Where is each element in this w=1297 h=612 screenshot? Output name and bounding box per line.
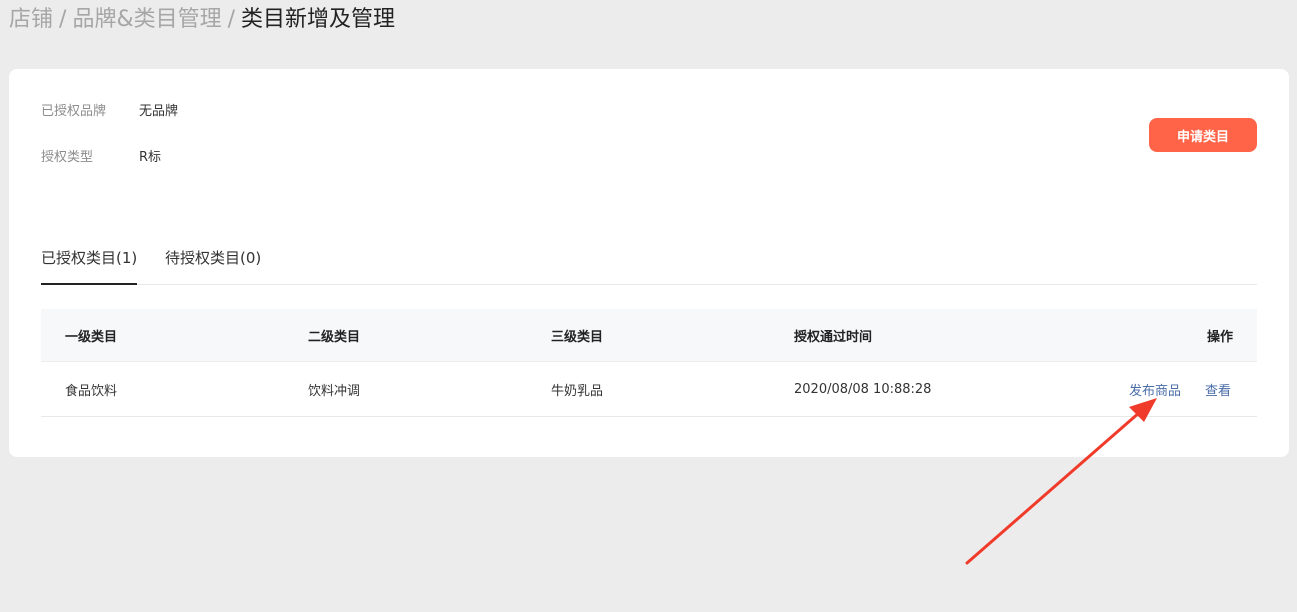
- view-link-cell: 查看: [1205, 362, 1231, 416]
- breadcrumb-separator: /: [227, 7, 236, 32]
- tab-pending-categories[interactable]: 待授权类目(0): [165, 242, 261, 284]
- category-card: 已授权品牌 无品牌 授权类型 R标 申请类目 已授权类目(1) 待授权类目(0) 一…: [9, 69, 1289, 457]
- cell-level1: 食品饮料: [65, 383, 118, 399]
- authorized-brand-value: 无品牌: [139, 104, 179, 119]
- apply-category-button[interactable]: 申请类目: [1149, 118, 1257, 152]
- publish-product-link[interactable]: 发布商品: [1129, 380, 1181, 399]
- breadcrumb-item-shop[interactable]: 店铺: [9, 7, 53, 32]
- header-actions: 操作: [1206, 329, 1233, 345]
- header-approved-time: 授权通过时间: [794, 329, 873, 345]
- cell-level2: 饮料冲调: [308, 383, 361, 399]
- tab-authorized-categories[interactable]: 已授权类目(1): [41, 242, 138, 285]
- authorized-brand-label: 已授权品牌: [41, 104, 107, 119]
- cell-level3: 牛奶乳品: [551, 383, 604, 399]
- authorized-brand-row: 已授权品牌 无品牌: [41, 102, 178, 122]
- publish-product-link-cell: 发布商品: [1129, 362, 1181, 416]
- cell-approved-time: 2020/08/08 10:88:28: [794, 381, 932, 397]
- breadcrumb-separator: /: [59, 7, 67, 32]
- breadcrumb-item-brand-category[interactable]: 品牌&类目管理: [72, 7, 221, 32]
- view-link[interactable]: 查看: [1205, 380, 1231, 399]
- page-title: 类目新增及管理: [241, 7, 396, 32]
- header-level3: 三级类目: [551, 329, 604, 345]
- header-level1: 一级类目: [65, 329, 118, 345]
- table-row: 食品饮料 饮料冲调 牛奶乳品 2020/08/08 10:88:28 发布商品 …: [41, 362, 1257, 417]
- auth-type-value: R标: [139, 150, 162, 165]
- auth-type-label: 授权类型: [41, 150, 94, 165]
- breadcrumb: 店铺 / 品牌&类目管理 / 类目新增及管理: [9, 4, 395, 36]
- auth-type-row: 授权类型 R标: [41, 148, 161, 168]
- header-level2: 二级类目: [308, 329, 361, 345]
- table-header: 一级类目 二级类目 三级类目 授权通过时间 操作: [41, 309, 1257, 362]
- category-tabs: 已授权类目(1) 待授权类目(0): [41, 242, 1257, 285]
- category-table: 一级类目 二级类目 三级类目 授权通过时间 操作 食品饮料 饮料冲调 牛奶乳品 …: [41, 309, 1257, 417]
